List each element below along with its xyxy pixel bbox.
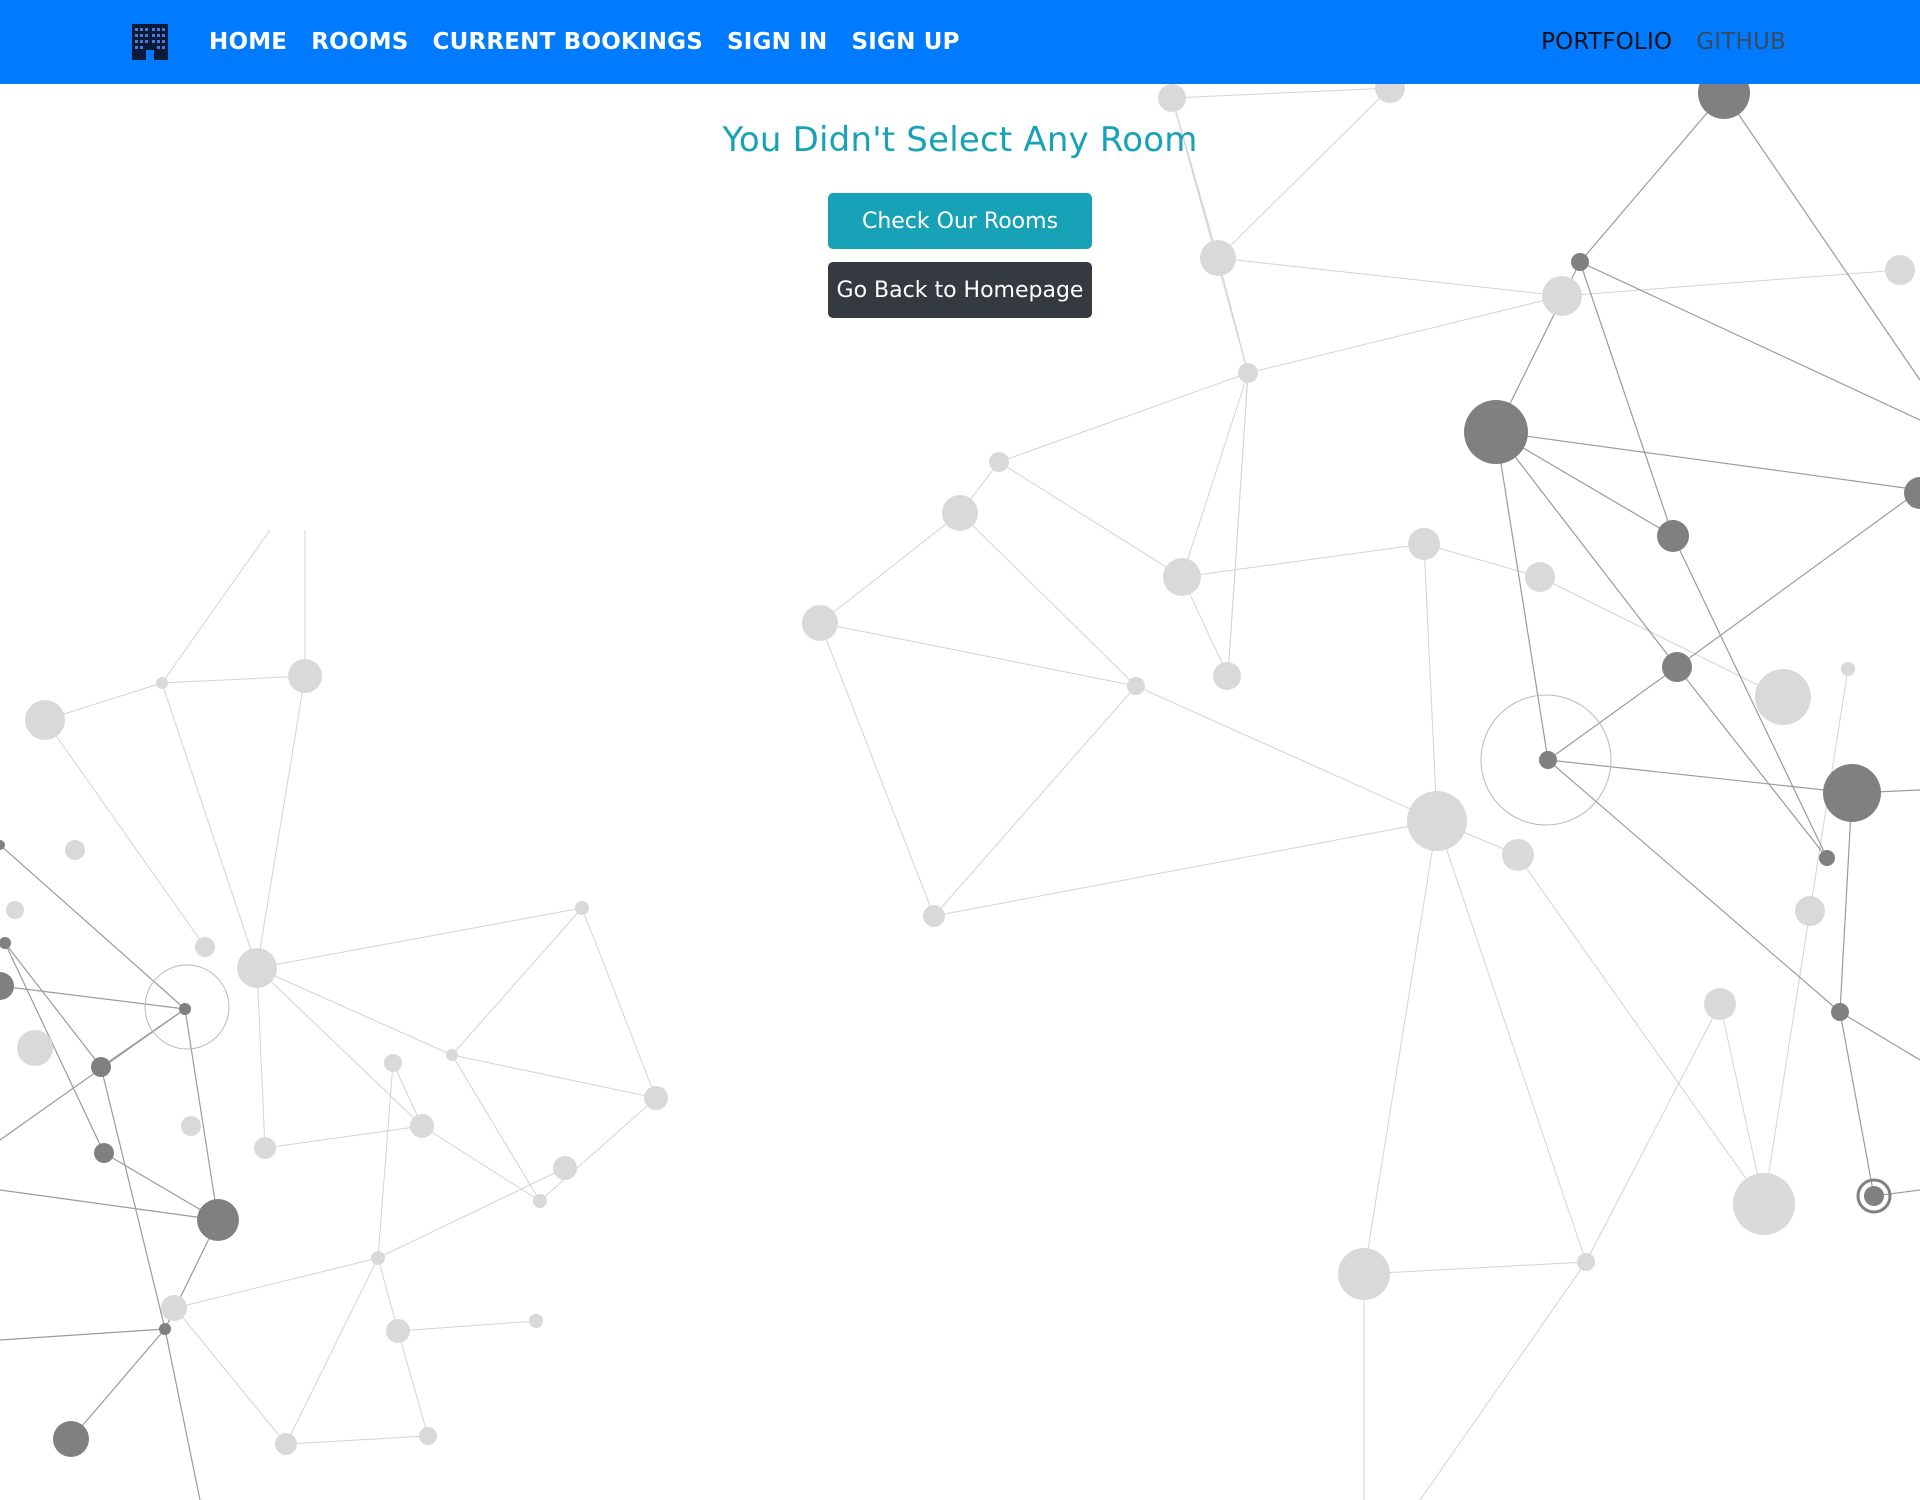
nav-link-rooms[interactable]: ROOMS [299, 29, 420, 55]
page-title: You Didn't Select Any Room [722, 120, 1198, 160]
nav-link-sign-in[interactable]: SIGN IN [715, 29, 839, 55]
top-navbar: HOME ROOMS CURRENT BOOKINGS SIGN IN SIGN… [0, 0, 1920, 84]
back-to-homepage-button[interactable]: Go Back to Homepage [828, 262, 1092, 318]
nav-main-links: HOME ROOMS CURRENT BOOKINGS SIGN IN SIGN… [197, 0, 972, 84]
main-content: You Didn't Select Any Room Check Our Roo… [0, 84, 1920, 318]
nav-link-github[interactable]: GITHUB [1684, 29, 1798, 55]
nav-external-links: PORTFOLIO GITHUB [1529, 0, 1798, 84]
nav-link-home[interactable]: HOME [197, 29, 299, 55]
nav-link-sign-up[interactable]: SIGN UP [840, 29, 972, 55]
check-rooms-button[interactable]: Check Our Rooms [828, 193, 1092, 249]
page: HOME ROOMS CURRENT BOOKINGS SIGN IN SIGN… [0, 0, 1920, 1500]
nav-link-portfolio[interactable]: PORTFOLIO [1529, 29, 1684, 55]
nav-link-current-bookings[interactable]: CURRENT BOOKINGS [420, 29, 715, 55]
hotel-building-icon[interactable] [130, 24, 170, 60]
